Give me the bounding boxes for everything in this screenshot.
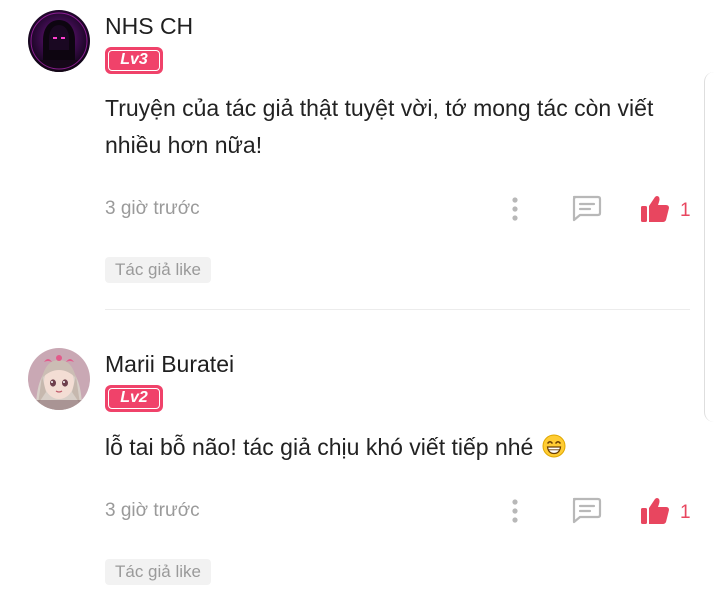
- comment-text-body: lỗ tai bỗ não! tác giả chịu khó viết tiế…: [105, 434, 534, 460]
- divider: [105, 309, 690, 310]
- timestamp: 3 giờ trước: [105, 198, 200, 219]
- more-vertical-icon[interactable]: [508, 196, 522, 222]
- like-count: 1: [680, 200, 691, 221]
- more-vertical-icon[interactable]: [508, 498, 522, 524]
- thumbs-up-icon[interactable]: [639, 194, 671, 224]
- comment-text: Truyện của tác giả thật tuyệt vời, tớ mo…: [105, 95, 654, 158]
- like-count: 1: [680, 502, 691, 523]
- author-like-tag: Tác giả like: [105, 559, 211, 585]
- anime-girl-avatar-icon: [28, 348, 90, 410]
- level-badge: Lv2: [105, 385, 163, 412]
- username[interactable]: NHS CH: [105, 13, 193, 40]
- avatar[interactable]: [28, 348, 90, 410]
- thumbs-up-icon[interactable]: [639, 496, 671, 526]
- level-label: Lv2: [108, 388, 160, 409]
- comment-reply-icon[interactable]: [570, 496, 602, 524]
- comment-reply-icon[interactable]: [570, 194, 602, 222]
- comment-text: lỗ tai bỗ não! tác giả chịu khó viết tiế…: [105, 429, 685, 469]
- timestamp: 3 giờ trước: [105, 500, 200, 521]
- avatar[interactable]: [28, 10, 90, 72]
- level-label: Lv3: [108, 50, 160, 71]
- level-badge: Lv3: [105, 47, 163, 74]
- panel-edge: [704, 72, 714, 422]
- author-like-tag: Tác giả like: [105, 257, 211, 283]
- hooded-figure-avatar-icon: [28, 10, 90, 72]
- username[interactable]: Marii Buratei: [105, 351, 234, 378]
- grinning-face-emoji-icon: [542, 432, 566, 469]
